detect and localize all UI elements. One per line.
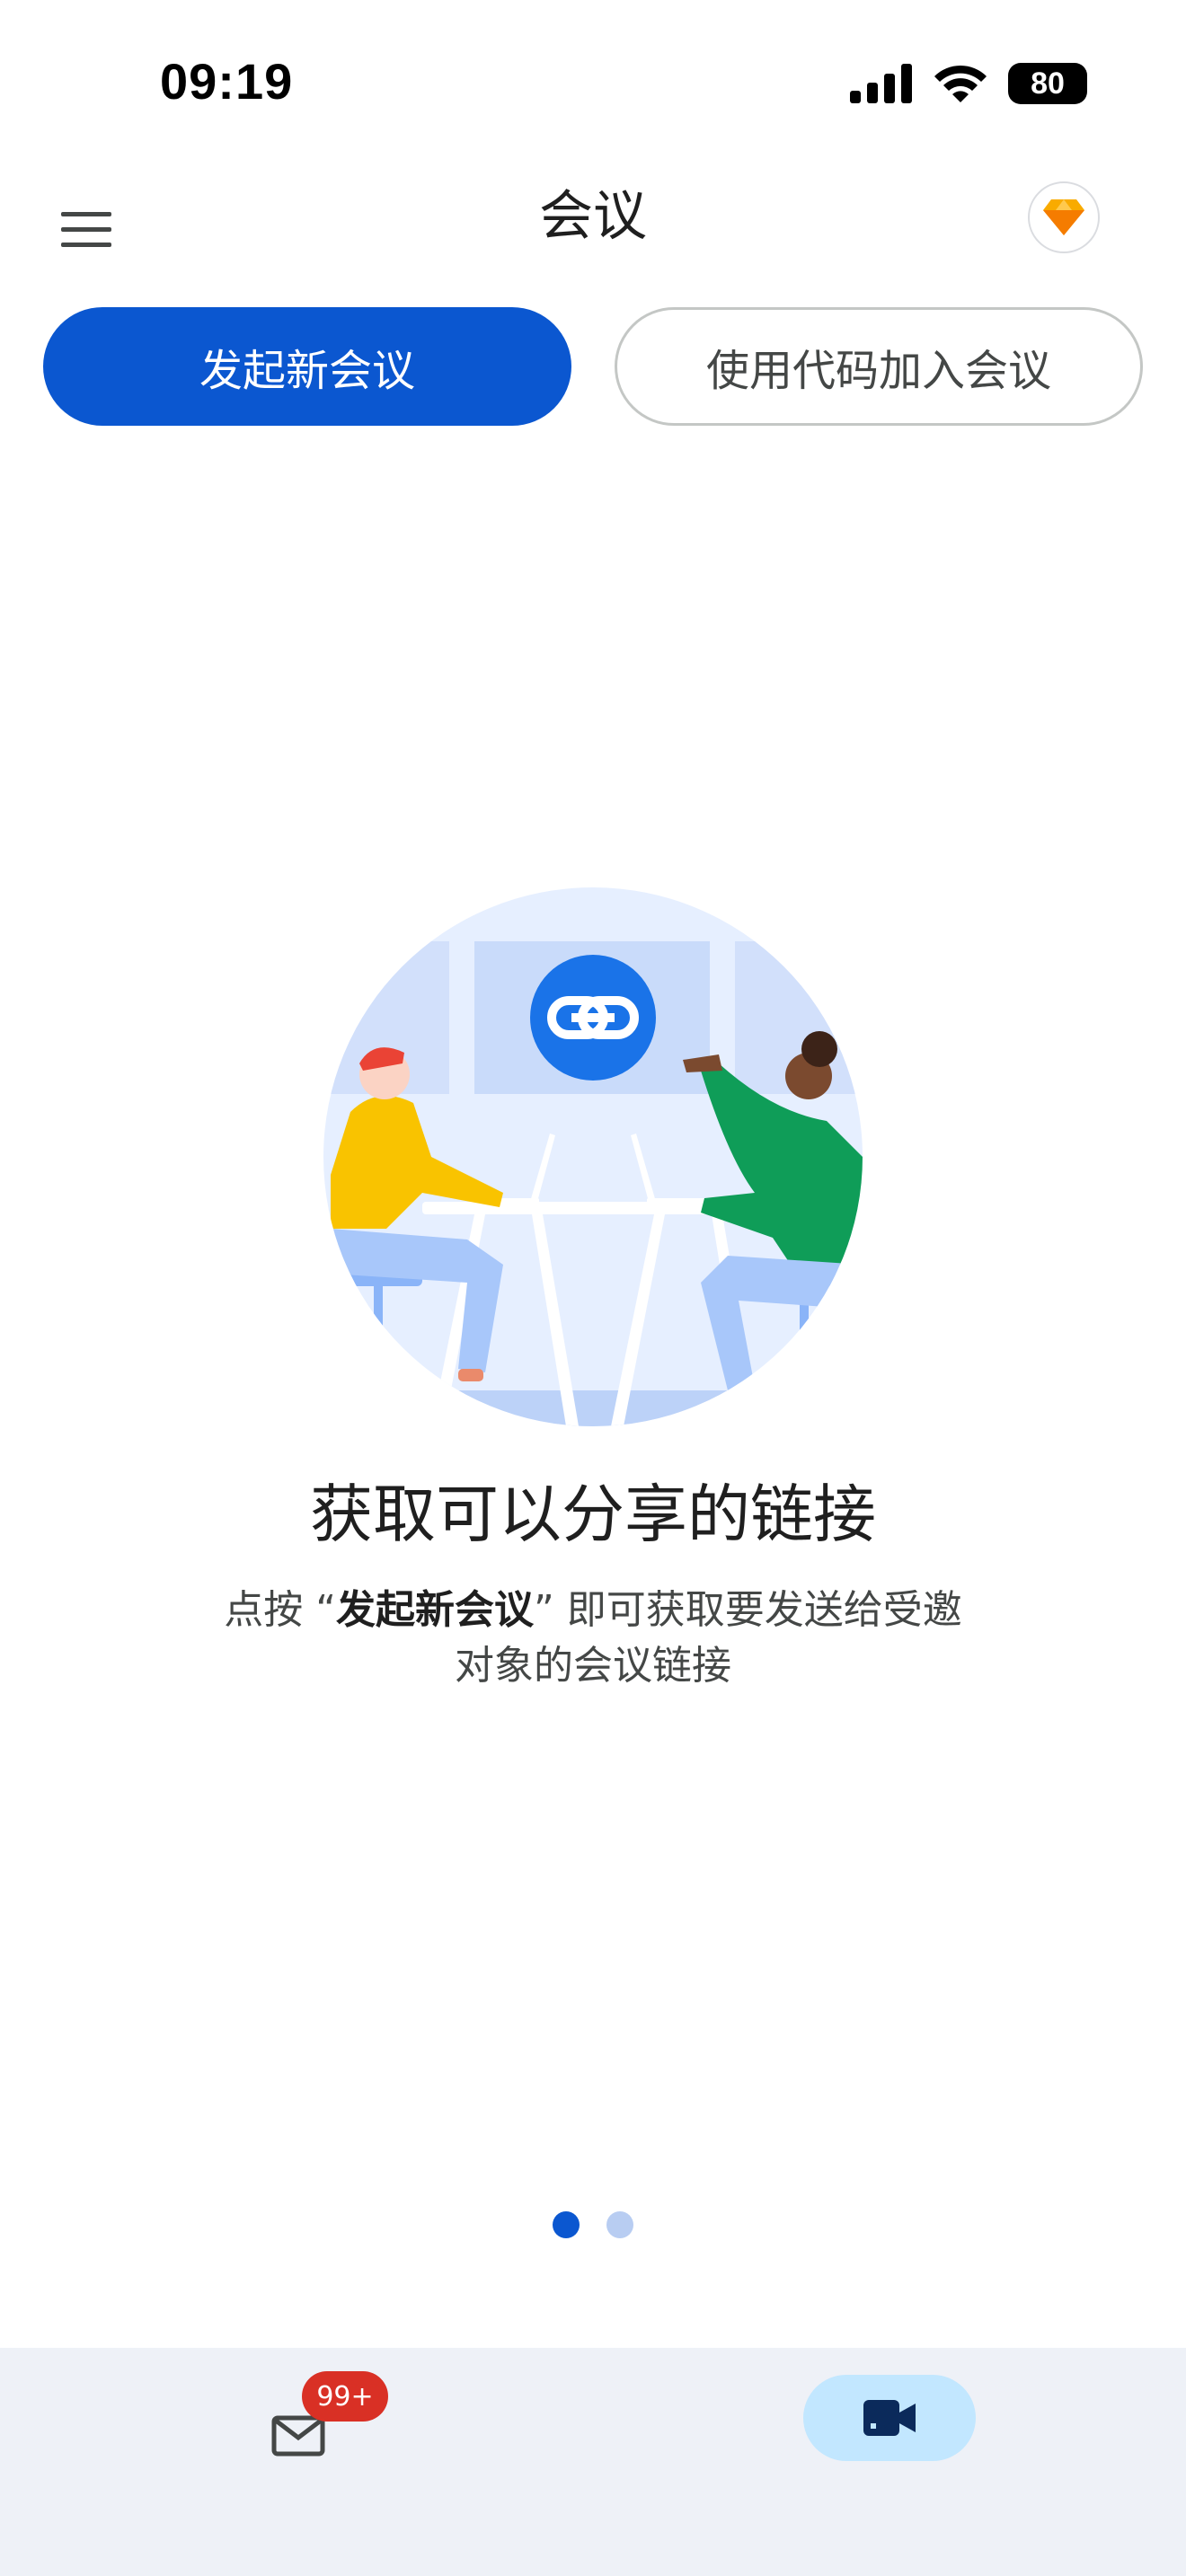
desc-prefix: 点按 [224,1587,304,1633]
cellular-signal-icon [850,64,912,103]
two-people-sharing-link-illustration [323,887,863,1426]
desc-bold-action: 发起新会议 [336,1587,534,1633]
mail-badge: 99+ [302,2371,388,2422]
battery-icon: 80 [1008,63,1087,104]
page-title: 会议 [539,185,647,248]
status-icons: 80 [850,63,1087,104]
nav-meet-tab[interactable] [803,2375,976,2461]
diamond-icon [1043,199,1084,235]
bottom-navigation: 99+ [0,2348,1186,2576]
status-bar: 09:19 80 [0,0,1186,162]
desc-quote-open: “ [315,1587,336,1633]
battery-level: 80 [1008,63,1087,104]
page-dot-2[interactable] [606,2211,633,2238]
onboarding-title: 获取可以分享的链接 [310,1478,876,1551]
onboarding-description: 点按 “发起新会议” 即可获取要发送给受邀 对象的会议链接 [162,1583,1024,1694]
desc-quote-close: ” [534,1587,554,1633]
meeting-actions: 发起新会议 使用代码加入会议 [43,307,1143,426]
meet-home-screen: 09:19 80 会议 发起新会议 使用代码加入会议 获取可以分享的链接 点按 … [0,0,1186,2576]
page-indicator [0,2211,1186,2238]
app-bar: 会议 [0,162,1186,296]
desc-line2: 对象的会议链接 [455,1643,731,1689]
video-camera-icon [863,2400,916,2436]
premium-button[interactable] [1028,181,1100,253]
mail-icon [271,2415,325,2457]
desc-line1-suffix: 即可获取要发送给受邀 [553,1587,962,1633]
page-dot-1[interactable] [553,2211,580,2238]
join-with-code-button[interactable]: 使用代码加入会议 [615,307,1143,426]
wifi-icon [934,65,987,102]
status-time: 09:19 [160,53,294,110]
new-meeting-button[interactable]: 发起新会议 [43,307,571,426]
